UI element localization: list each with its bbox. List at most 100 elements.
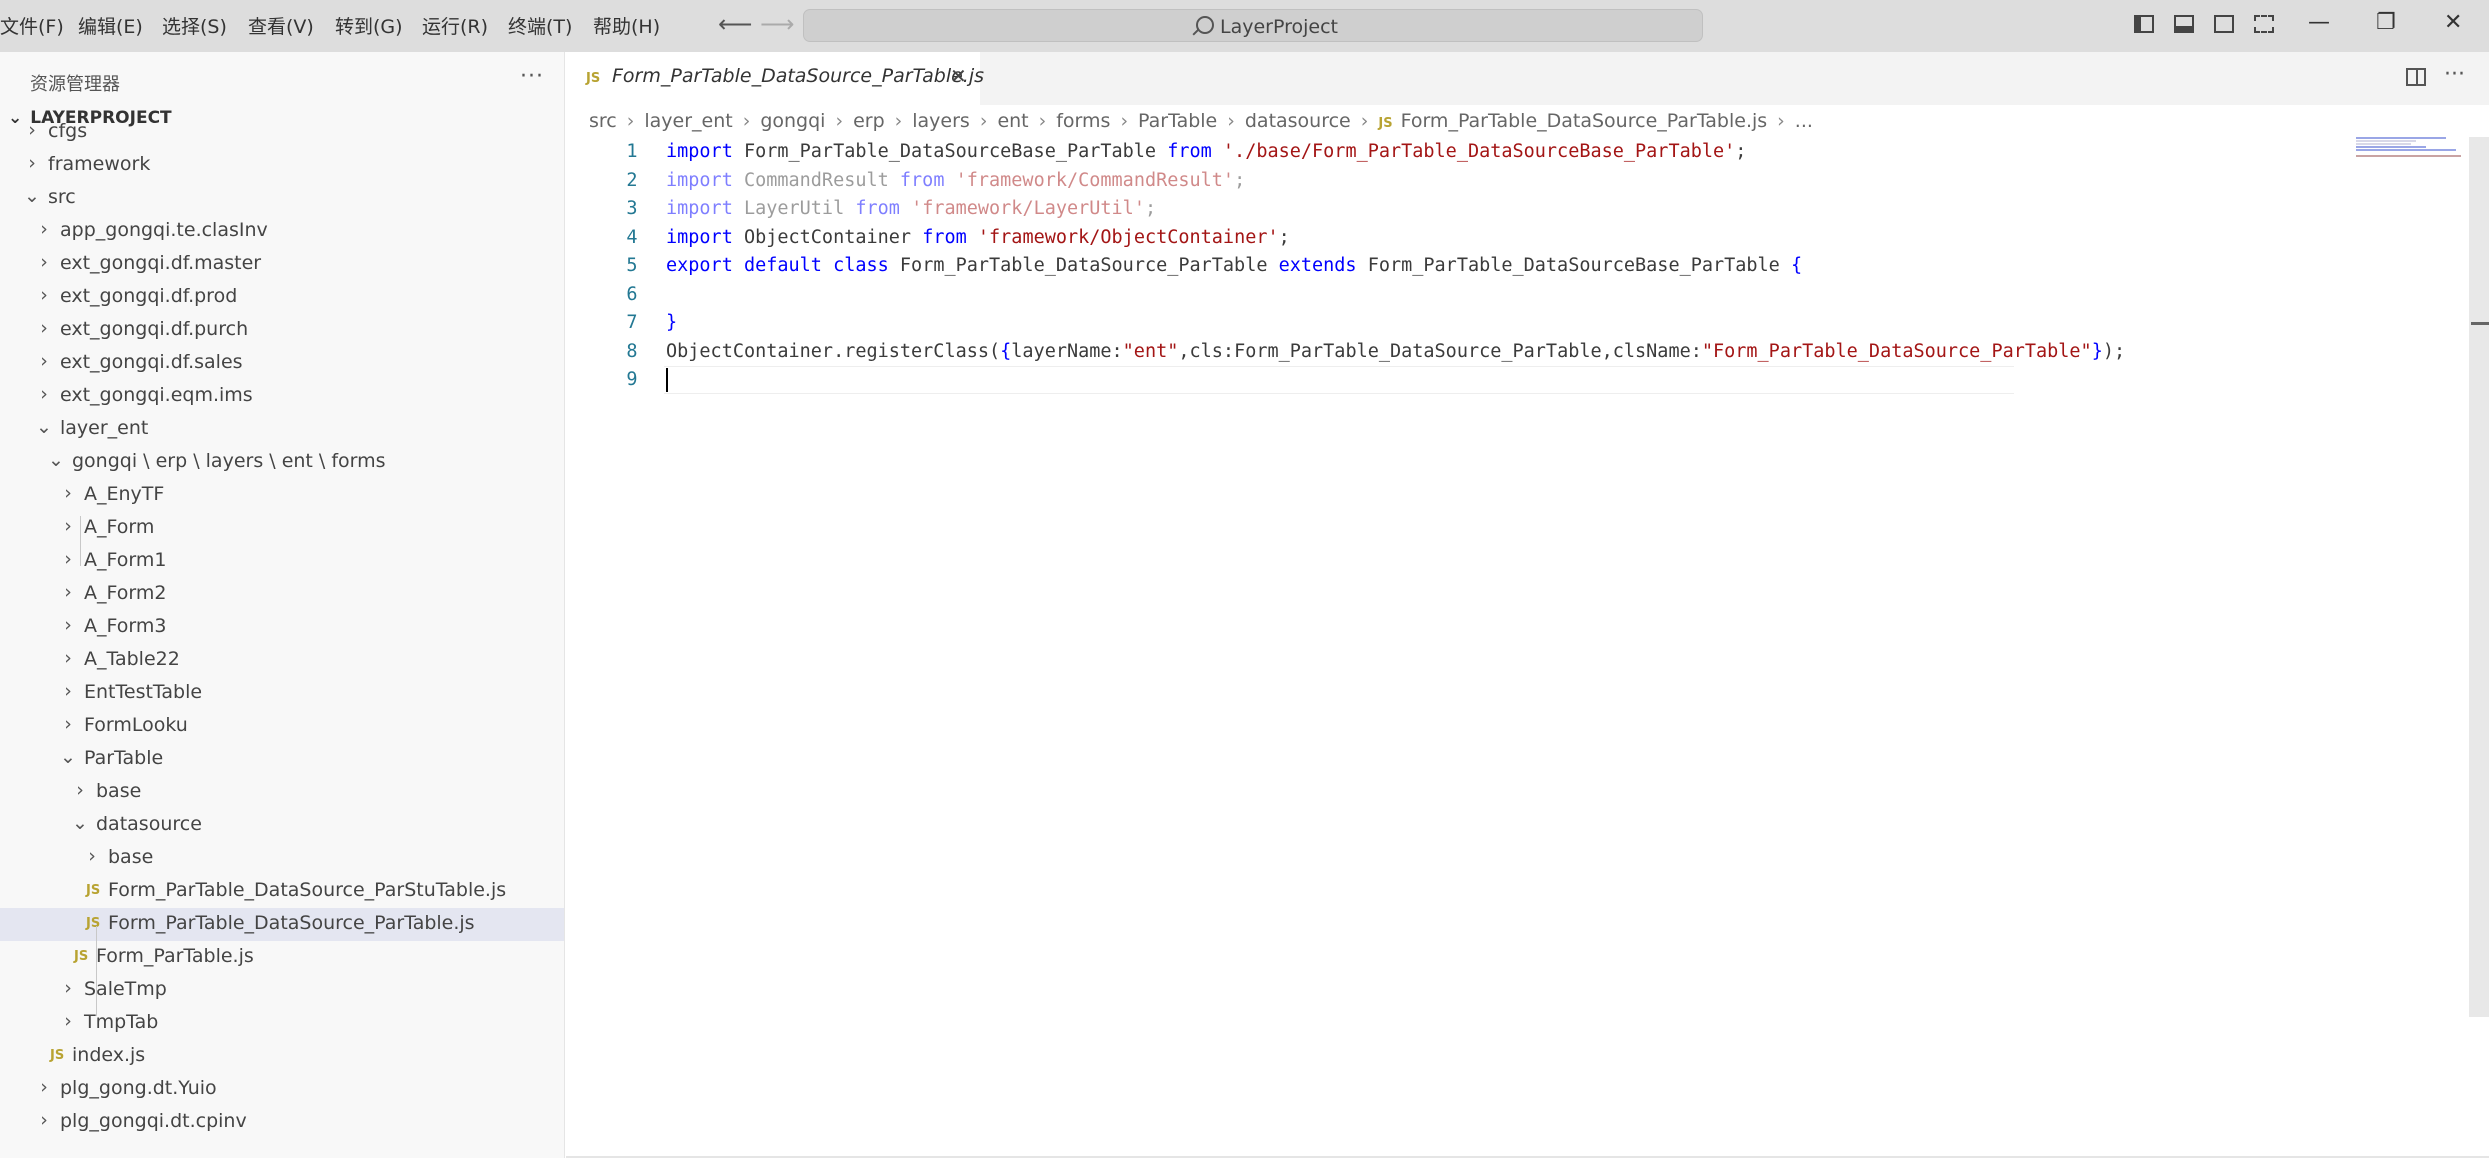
tree-folder-item[interactable]: ⌄ src: [0, 182, 564, 215]
tree-folder-item[interactable]: › base: [0, 842, 564, 875]
menu-item[interactable]: 选择(S): [162, 12, 227, 39]
menu-item[interactable]: 编辑(E): [78, 12, 143, 39]
code-line[interactable]: 8 ObjectContainer.registerClass({layerNam…: [566, 338, 2366, 366]
tree-folder-item[interactable]: › TmpTab: [0, 1007, 564, 1040]
tree-folder-item[interactable]: ⌄ datasource: [0, 809, 564, 842]
breadcrumb-item[interactable]: erp: [853, 110, 885, 132]
toggle-sidebar-icon[interactable]: [2134, 15, 2154, 33]
code-line[interactable]: 6: [566, 281, 2366, 309]
code-line[interactable]: 3 import LayerUtil from 'framework/LayerU…: [566, 195, 2366, 223]
tree-folder-item[interactable]: › FormLooku: [0, 710, 564, 743]
tree-item-label: src: [48, 186, 76, 208]
code-text: import ObjectContainer from 'framework/O…: [666, 227, 1290, 248]
menu-item[interactable]: 查看(V): [248, 12, 314, 39]
breadcrumb-item[interactable]: ...: [1795, 110, 1813, 132]
tree-folder-item[interactable]: › framework: [0, 149, 564, 182]
chevron-right-icon: ›: [28, 119, 36, 141]
breadcrumb-item[interactable]: ent: [997, 110, 1028, 132]
chevron-right-icon: ›: [835, 110, 844, 132]
js-file-icon: JS: [586, 71, 601, 86]
tree-folder-item[interactable]: › plg_gong.dt.Yuio: [0, 1073, 564, 1106]
breadcrumb-item[interactable]: datasource: [1245, 110, 1351, 132]
menu-item[interactable]: 运行(R): [422, 12, 488, 39]
chevron-right-icon: ›: [64, 977, 72, 999]
minimize-button[interactable]: —: [2308, 10, 2330, 35]
tree-item-label: ext_gongqi.df.master: [60, 252, 262, 274]
breadcrumb-item[interactable]: layers: [912, 110, 970, 132]
vertical-scrollbar[interactable]: [2469, 137, 2489, 1017]
code-line[interactable]: 5 export default class Form_ParTable_Data…: [566, 252, 2366, 280]
close-window-button[interactable]: ✕: [2444, 10, 2462, 35]
menu-item[interactable]: 转到(G): [335, 12, 403, 39]
breadcrumb-item[interactable]: layer_ent: [644, 110, 732, 132]
chevron-right-icon: ›: [40, 317, 48, 339]
tree-folder-item[interactable]: › A_Table22: [0, 644, 564, 677]
tree-folder-item[interactable]: › ext_gongqi.df.purch: [0, 314, 564, 347]
tree-file-item[interactable]: JS index.js: [0, 1040, 564, 1073]
breadcrumb-item[interactable]: src: [589, 110, 617, 132]
toggle-secondary-sidebar-icon[interactable]: [2214, 15, 2234, 33]
tree-folder-item[interactable]: ⌄ layer_ent: [0, 413, 564, 446]
split-editor-icon[interactable]: [2406, 68, 2426, 86]
breadcrumb-item[interactable]: gongqi: [760, 110, 825, 132]
arrow-right-icon[interactable]: ⟶: [760, 10, 794, 38]
tree-folder-item[interactable]: › EntTestTable: [0, 677, 564, 710]
code-line[interactable]: 1 import Form_ParTable_DataSourceBase_Par…: [566, 138, 2366, 166]
command-center-search[interactable]: LayerProject: [803, 9, 1703, 42]
code-token: "ent": [1122, 340, 1179, 362]
menu-item[interactable]: 帮助(H): [593, 12, 660, 39]
maximize-button[interactable]: ❐: [2376, 10, 2396, 35]
toggle-panel-icon[interactable]: [2174, 15, 2194, 33]
breadcrumb-item[interactable]: Form_ParTable_DataSource_ParTable.js: [1401, 110, 1768, 132]
tree-folder-item[interactable]: › ext_gongqi.df.master: [0, 248, 564, 281]
code-token: './base/Form_ParTable_DataSourceBase_Par…: [1222, 141, 1736, 162]
tree-folder-item[interactable]: › plg_gongqi.dt.cpinv: [0, 1106, 564, 1139]
tree-file-item[interactable]: JS Form_ParTable_DataSource_ParStuTable.j…: [0, 875, 564, 908]
tree-folder-item[interactable]: › ext_gongqi.df.prod: [0, 281, 564, 314]
tree-file-item[interactable]: JS Form_ParTable_DataSource_ParTable.js: [0, 908, 564, 941]
chevron-right-icon: ›: [88, 845, 96, 867]
code-token: ;: [1144, 198, 1157, 219]
tree-folder-item[interactable]: › app_gongqi.te.clasInv: [0, 215, 564, 248]
tree-item-label: ext_gongqi.df.sales: [60, 351, 243, 373]
code-token: default: [743, 255, 822, 276]
search-label: LayerProject: [1220, 16, 1338, 38]
breadcrumb: src › layer_ent › gongqi › erp › layers › ent › form…: [589, 110, 1813, 132]
close-icon[interactable]: ✕: [950, 64, 967, 88]
tree-folder-item[interactable]: › A_EnyTF: [0, 479, 564, 512]
line-number: 9: [626, 369, 638, 390]
tree-folder-item[interactable]: › A_Form1: [0, 545, 564, 578]
tree-folder-item[interactable]: › ext_gongqi.eqm.ims: [0, 380, 564, 413]
customize-layout-icon[interactable]: [2254, 15, 2274, 33]
code-line[interactable]: 2 import CommandResult from 'framework/Co…: [566, 167, 2366, 195]
tree-folder-item[interactable]: › base: [0, 776, 564, 809]
arrow-left-icon[interactable]: ⟵: [718, 10, 752, 38]
chevron-right-icon: ›: [76, 779, 84, 801]
menu-item[interactable]: 终端(T): [508, 12, 572, 39]
tree-file-item[interactable]: JS Form_ParTable.js: [0, 941, 564, 974]
tree-folder-item[interactable]: › SaleTmp: [0, 974, 564, 1007]
minimap[interactable]: [2356, 137, 2461, 157]
code-line[interactable]: 7}: [566, 309, 2366, 337]
chevron-down-icon: ⌄: [48, 449, 64, 471]
tree-folder-item[interactable]: › ext_gongqi.df.sales: [0, 347, 564, 380]
code-line[interactable]: 4 import ObjectContainer from 'framework/…: [566, 224, 2366, 252]
tree-folder-item[interactable]: ⌄ gongqi \ erp \ layers \ ent \ forms: [0, 446, 564, 479]
more-icon[interactable]: ···: [520, 64, 544, 89]
tree-folder-item[interactable]: › A_Form2: [0, 578, 564, 611]
tree-folder-item[interactable]: ⌄ ParTable: [0, 743, 564, 776]
tree-folder-item[interactable]: › A_Form3: [0, 611, 564, 644]
tree-folder-item[interactable]: › cfgs: [0, 116, 564, 149]
tree-item-label: ParTable: [84, 747, 164, 769]
tree-folder-item[interactable]: › A_Form: [0, 512, 564, 545]
tab-active-file[interactable]: JS Form_ParTable_DataSource_ParTable.js …: [566, 52, 984, 105]
code-token: ObjectContainer: [732, 226, 923, 248]
breadcrumb-item[interactable]: ParTable: [1138, 110, 1217, 132]
tree-item-label: plg_gong.dt.Yuio: [60, 1077, 217, 1099]
breadcrumb-item[interactable]: forms: [1056, 110, 1110, 132]
chevron-down-icon: ⌄: [60, 746, 76, 768]
more-icon[interactable]: ···: [2444, 62, 2465, 87]
menu-item[interactable]: 文件(F): [0, 12, 64, 39]
